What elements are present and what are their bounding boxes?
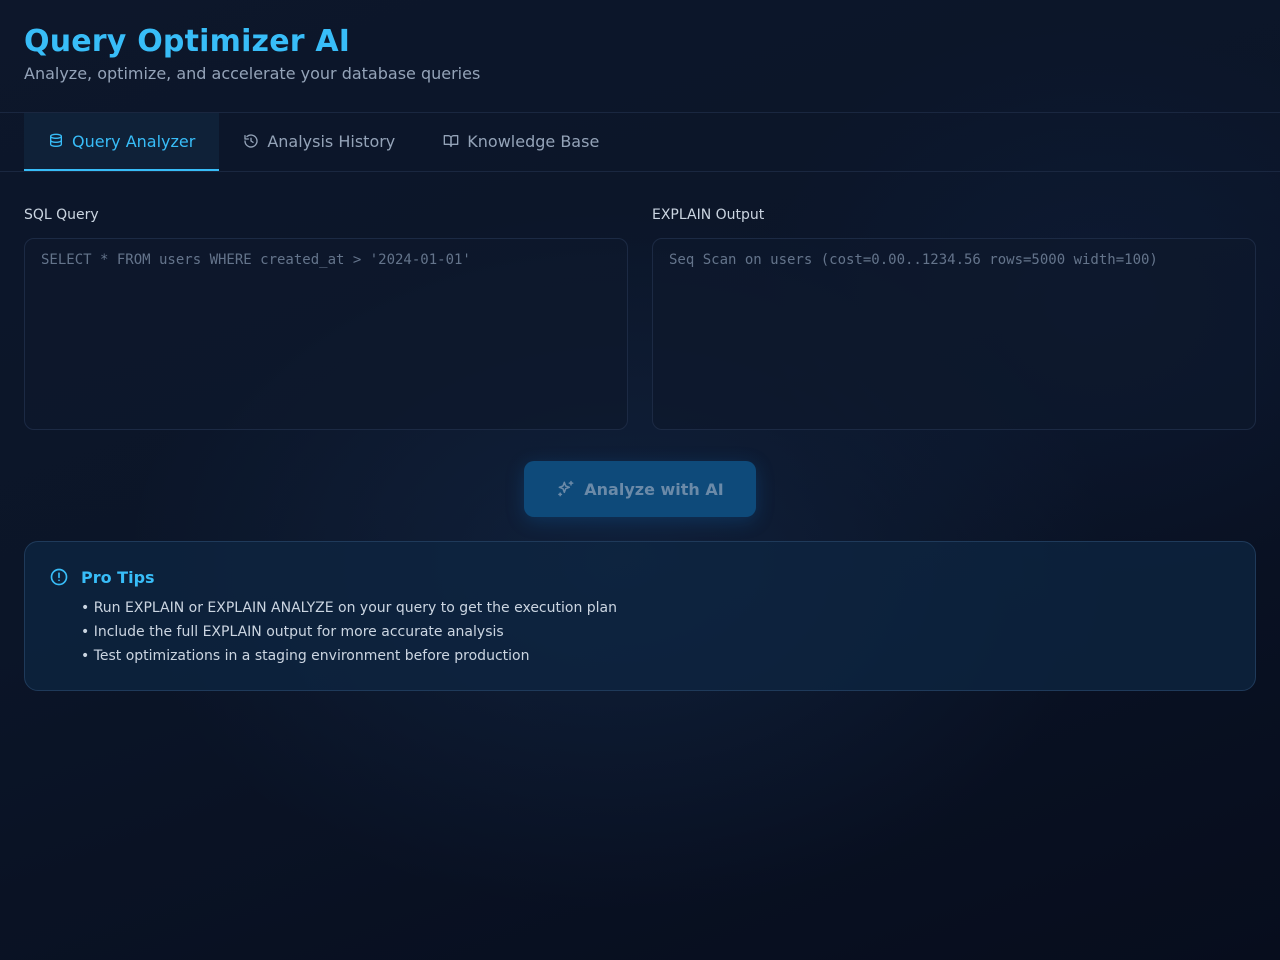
tab-label: Analysis History — [267, 131, 396, 151]
database-icon — [50, 133, 62, 147]
app-root: Query Optimizer AI Analyze, optimize, an… — [0, 0, 1280, 960]
tab-query-analyzer[interactable]: Query Analyzer — [24, 113, 220, 171]
tab-analysis-history[interactable]: Analysis History — [219, 113, 419, 171]
page-subtitle: Analyze, optimize, and accelerate your d… — [24, 64, 481, 83]
explain-output-input[interactable] — [652, 238, 1256, 430]
tab-label: Query Analyzer — [72, 131, 196, 151]
pro-tips-panel: Pro Tips • Run EXPLAIN or EXPLAIN ANALYZ… — [24, 541, 1256, 691]
page-header: Query Optimizer AI Analyze, optimize, an… — [0, 0, 1280, 113]
explain-output-panel: EXPLAIN Output — [652, 206, 1256, 430]
tab-label: Knowledge Base — [467, 131, 600, 151]
book-icon — [443, 135, 459, 147]
sql-query-panel: SQL Query — [24, 206, 628, 430]
history-icon — [244, 134, 258, 148]
alert-circle-icon — [50, 568, 68, 586]
list-item: • Include the full EXPLAIN output for mo… — [81, 624, 504, 640]
pro-tips-list: • Run EXPLAIN or EXPLAIN ANALYZE on your… — [81, 596, 1231, 668]
pro-tips-title: Pro Tips — [81, 567, 155, 587]
sql-query-input[interactable] — [24, 238, 628, 430]
explain-output-label: EXPLAIN Output — [652, 207, 765, 223]
page-title: Query Optimizer AI — [24, 24, 351, 59]
editor-panels: SQL Query EXPLAIN Output — [24, 206, 1256, 430]
tab-knowledge-base[interactable]: Knowledge Base — [419, 113, 623, 171]
action-row: Analyze with AI — [24, 461, 1256, 517]
list-item: • Run EXPLAIN or EXPLAIN ANALYZE on your… — [81, 600, 617, 616]
list-item: • Test optimizations in a staging enviro… — [81, 648, 530, 664]
tab-bar: Query Analyzer Analysis History Knowledg… — [0, 113, 1280, 172]
pro-tips-header: Pro Tips — [49, 567, 1231, 587]
sql-query-label: SQL Query — [24, 207, 99, 223]
main-content: SQL Query EXPLAIN Output Analyze with AI — [0, 172, 1280, 691]
sparkles-icon — [558, 480, 574, 497]
analyze-with-ai-button[interactable]: Analyze with AI — [524, 461, 756, 517]
analyze-button-label: Analyze with AI — [584, 479, 724, 499]
